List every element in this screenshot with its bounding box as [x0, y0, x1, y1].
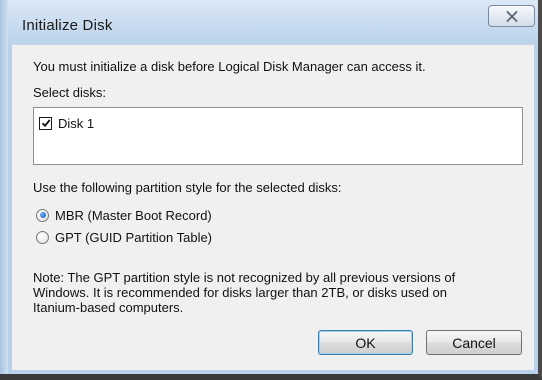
- radio-selected-dot: [39, 212, 46, 218]
- note-line: Itanium-based computers.: [33, 300, 184, 315]
- gpt-radio[interactable]: [36, 230, 49, 244]
- gpt-option[interactable]: GPT (GUID Partition Table): [36, 228, 212, 246]
- title-bar[interactable]: Initialize Disk: [8, 0, 538, 44]
- partition-style-prompt: Use the following partition style for th…: [33, 180, 342, 195]
- list-item[interactable]: Disk 1: [39, 114, 94, 132]
- select-disks-label: Select disks:: [33, 85, 106, 100]
- mbr-label: MBR (Master Boot Record): [55, 207, 212, 223]
- ok-button[interactable]: OK: [318, 330, 413, 355]
- window-frame-left: [0, 0, 8, 374]
- gpt-note: Note: The GPT partition style is not rec…: [33, 270, 523, 315]
- dialog-body: You must initialize a disk before Logica…: [12, 44, 534, 370]
- window-title: Initialize Disk: [22, 17, 113, 34]
- note-line: Windows. It is recommended for disks lar…: [33, 285, 448, 300]
- disk-1-label: Disk 1: [58, 115, 95, 131]
- intro-text: You must initialize a disk before Logica…: [33, 59, 426, 74]
- gpt-label: GPT (GUID Partition Table): [55, 229, 213, 245]
- disk-1-checkbox[interactable]: [39, 116, 52, 130]
- checkmark-icon: [41, 119, 50, 128]
- disk-listbox[interactable]: Disk 1: [33, 107, 523, 165]
- mbr-option[interactable]: MBR (Master Boot Record): [36, 206, 212, 224]
- initialize-disk-dialog: Initialize Disk You must initialize a di…: [0, 0, 542, 380]
- close-icon: [506, 10, 517, 22]
- cancel-button[interactable]: Cancel: [426, 330, 522, 355]
- note-line: Note: The GPT partition style is not rec…: [33, 270, 456, 285]
- close-button[interactable]: [488, 5, 535, 27]
- mbr-radio[interactable]: [36, 208, 49, 222]
